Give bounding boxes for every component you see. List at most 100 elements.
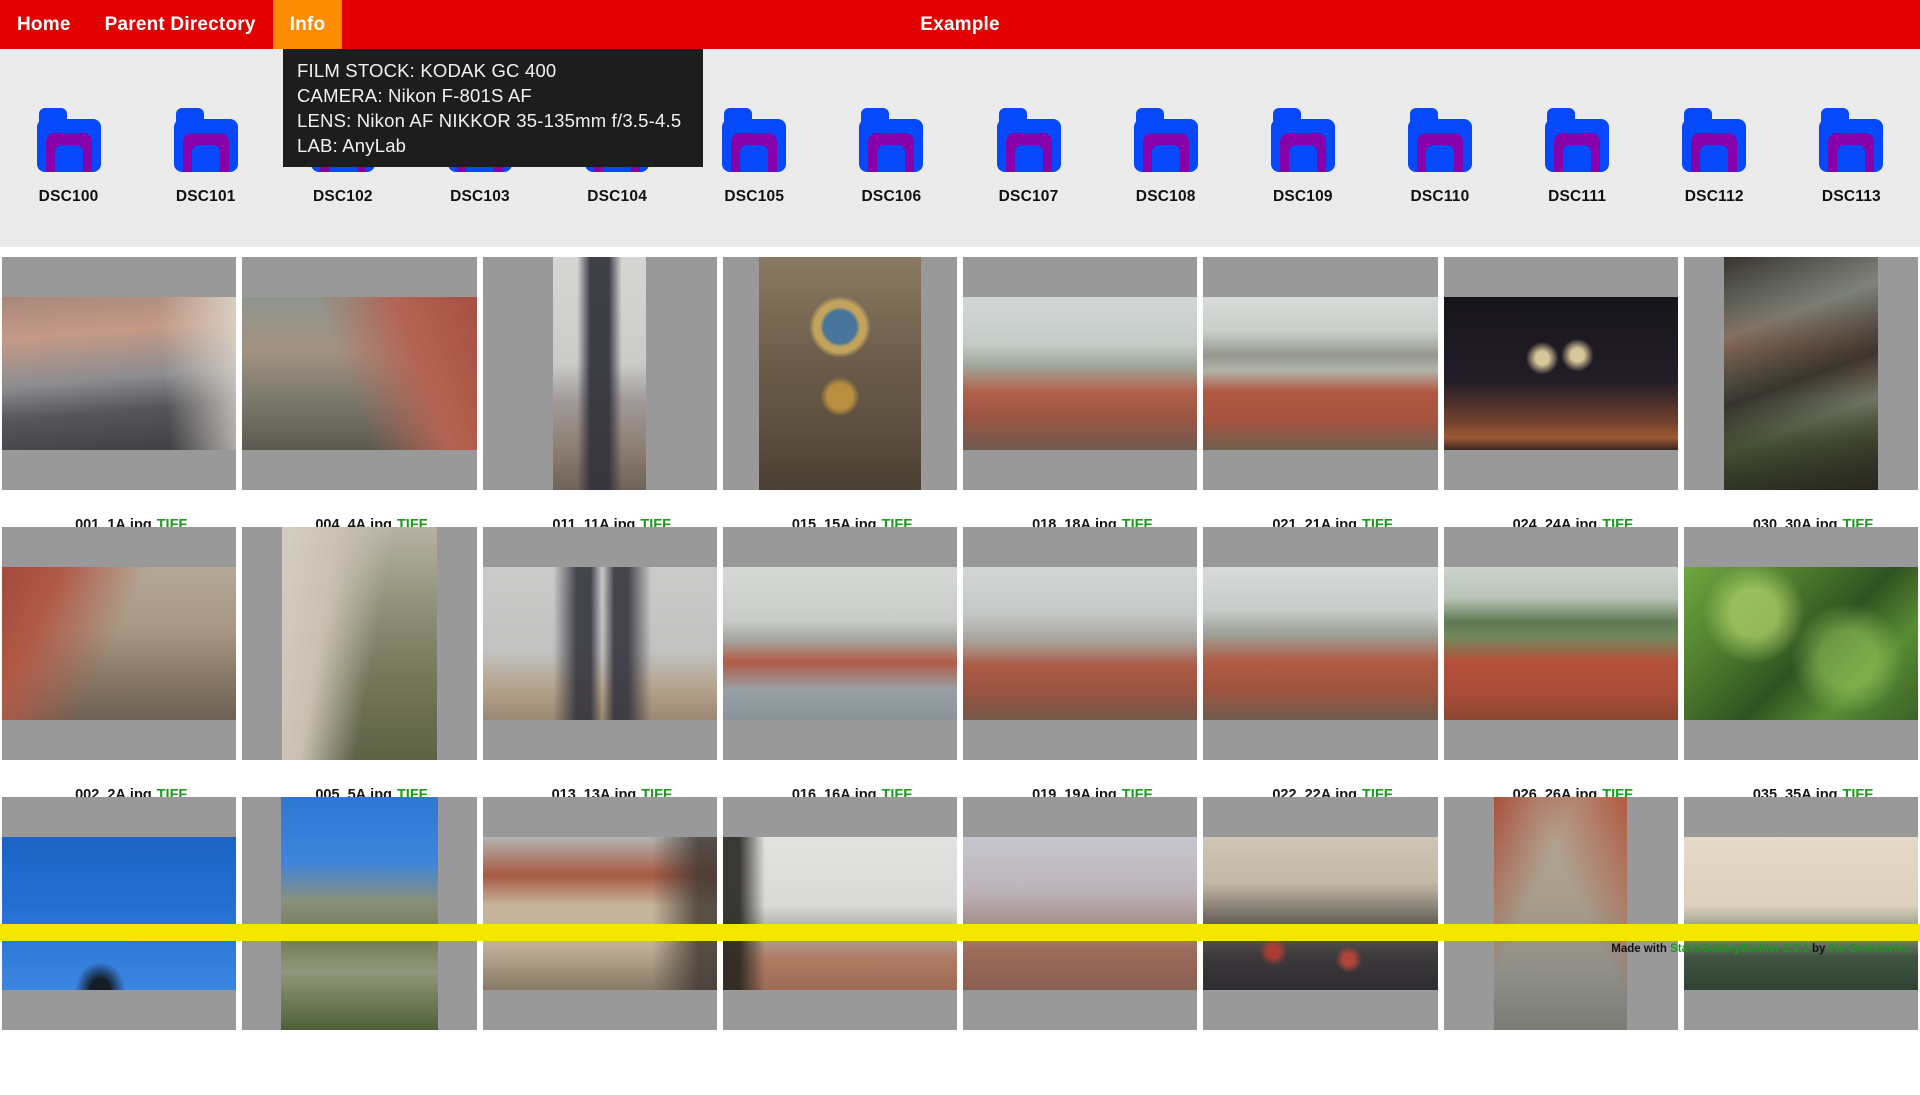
folder-item[interactable]: DSC106 xyxy=(823,108,960,206)
photo-thumbnail[interactable] xyxy=(2,567,236,721)
photo-thumbnail[interactable] xyxy=(2,837,236,991)
thumbnail-cell[interactable] xyxy=(242,527,476,760)
photo-thumbnail[interactable] xyxy=(1494,797,1628,1030)
thumbnail-cell[interactable] xyxy=(723,527,957,760)
folder-item[interactable]: DSC111 xyxy=(1509,108,1646,206)
photo-thumbnail[interactable] xyxy=(759,257,921,490)
thumbnail-cell[interactable] xyxy=(963,257,1197,490)
photo-thumbnail[interactable] xyxy=(483,837,717,991)
folder-item[interactable]: DSC112 xyxy=(1646,108,1783,206)
photo-thumbnail[interactable] xyxy=(1203,567,1437,721)
thumbnail-cell[interactable] xyxy=(242,257,476,490)
folder-item[interactable]: DSC110 xyxy=(1371,108,1508,206)
thumbnail-cell[interactable] xyxy=(723,257,957,490)
thumbnail-cell[interactable] xyxy=(963,527,1197,760)
gallery-item[interactable]: 021_21A.jpgTIFF xyxy=(1203,257,1437,515)
footer-builder-link[interactable]: StaticGalleryBuilder 2.3.1 xyxy=(1670,943,1809,955)
thumbnail-cell[interactable] xyxy=(1203,527,1437,760)
footer-by-text: by xyxy=(1809,943,1829,955)
folder-icon-inner xyxy=(1289,145,1317,172)
thumbnail-cell[interactable] xyxy=(1444,257,1678,490)
folder-item[interactable]: DSC101 xyxy=(137,108,274,206)
gallery-title: Example xyxy=(920,0,1000,49)
thumbnail-cell[interactable] xyxy=(483,257,717,490)
folder-icon-inner xyxy=(192,145,220,172)
gallery-item[interactable]: 018_18A.jpgTIFF xyxy=(963,257,1197,515)
photo-thumbnail[interactable] xyxy=(723,567,957,721)
folder-item[interactable]: DSC113 xyxy=(1783,108,1920,206)
photo-thumbnail[interactable] xyxy=(1724,257,1879,490)
thumbnail-cell[interactable] xyxy=(1684,527,1918,760)
folder-label: DSC102 xyxy=(313,188,373,206)
photo-thumbnail[interactable] xyxy=(723,837,957,991)
thumbnail-cell[interactable] xyxy=(1203,257,1437,490)
photo-caption: 035_35A.jpgTIFF xyxy=(1684,765,1918,785)
photo-caption xyxy=(1444,1035,1678,1055)
gallery-item[interactable]: 016_16A.jpgTIFF xyxy=(723,527,957,785)
thumbnail-cell[interactable] xyxy=(1444,797,1678,1030)
photo-thumbnail[interactable] xyxy=(282,527,437,760)
folder-icon-body xyxy=(1408,119,1472,172)
info-line-film-stock: FILM STOCK: KODAK GC 400 xyxy=(297,58,689,83)
nav-item-info[interactable]: Info xyxy=(273,0,343,49)
photo-thumbnail[interactable] xyxy=(963,297,1197,451)
photo-caption: 022_22A.jpgTIFF xyxy=(1203,765,1437,785)
photo-caption xyxy=(1203,1035,1437,1055)
gallery-item[interactable]: 001_1A.jpgTIFF xyxy=(2,257,236,515)
gallery-item[interactable]: 035_35A.jpgTIFF xyxy=(1684,527,1918,785)
folder-item[interactable]: DSC107 xyxy=(960,108,1097,206)
photo-thumbnail[interactable] xyxy=(2,297,236,451)
folder-icon-body xyxy=(722,119,786,172)
info-line-camera: CAMERA: Nikon F-801S AF xyxy=(297,83,689,108)
nav-item-home[interactable]: Home xyxy=(0,0,88,49)
thumbnail-cell[interactable] xyxy=(1203,797,1437,1030)
nav-item-parent-directory[interactable]: Parent Directory xyxy=(88,0,273,49)
photo-thumbnail[interactable] xyxy=(1444,567,1678,721)
footer-author-link[interactable]: Flo Greistorfer. xyxy=(1829,943,1911,955)
thumbnail-cell[interactable] xyxy=(1684,797,1918,1030)
thumbnail-cell[interactable] xyxy=(963,797,1197,1030)
photo-thumbnail[interactable] xyxy=(242,297,476,451)
gallery-item[interactable]: 004_4A.jpgTIFF xyxy=(242,257,476,515)
gallery-item[interactable]: 019_19A.jpgTIFF xyxy=(963,527,1197,785)
folder-label: DSC112 xyxy=(1685,188,1744,206)
thumbnail-cell[interactable] xyxy=(242,797,476,1030)
photo-thumbnail[interactable] xyxy=(553,257,647,490)
photo-thumbnail[interactable] xyxy=(1684,567,1918,721)
thumbnail-cell[interactable] xyxy=(2,527,236,760)
photo-thumbnail[interactable] xyxy=(1203,297,1437,451)
folder-label: DSC106 xyxy=(862,188,922,206)
folder-item[interactable]: DSC100 xyxy=(0,108,137,206)
folder-item[interactable]: DSC108 xyxy=(1097,108,1234,206)
photo-thumbnail[interactable] xyxy=(1684,837,1918,991)
thumbnail-cell[interactable] xyxy=(723,797,957,1030)
folder-icon-body xyxy=(1271,119,1335,172)
thumbnail-cell[interactable] xyxy=(1684,257,1918,490)
folder-icon-body xyxy=(174,119,238,172)
folder-label: DSC105 xyxy=(724,188,784,206)
gallery-item[interactable]: 011_11A.jpgTIFF xyxy=(483,257,717,515)
photo-thumbnail[interactable] xyxy=(963,837,1197,991)
gallery-item[interactable]: 030_30A.jpgTIFF xyxy=(1684,257,1918,515)
photo-thumbnail[interactable] xyxy=(281,797,438,1030)
gallery-item[interactable]: 002_2A.jpgTIFF xyxy=(2,527,236,785)
photo-thumbnail[interactable] xyxy=(963,567,1197,721)
gallery-item[interactable]: 015_15A.jpgTIFF xyxy=(723,257,957,515)
gallery-item[interactable]: 013_13A.jpgTIFF xyxy=(483,527,717,785)
thumbnail-cell[interactable] xyxy=(483,527,717,760)
thumbnail-cell[interactable] xyxy=(2,257,236,490)
thumbnail-cell[interactable] xyxy=(483,797,717,1030)
thumbnail-cell[interactable] xyxy=(2,797,236,1030)
photo-thumbnail[interactable] xyxy=(1203,837,1437,991)
gallery-item[interactable]: 024_24A.jpgTIFF xyxy=(1444,257,1678,515)
info-line-lab: LAB: AnyLab xyxy=(297,133,689,158)
thumbnail-cell[interactable] xyxy=(1444,527,1678,760)
gallery-item[interactable]: 022_22A.jpgTIFF xyxy=(1203,527,1437,785)
photo-thumbnail[interactable] xyxy=(483,567,717,721)
folder-item[interactable]: DSC105 xyxy=(686,108,823,206)
folder-item[interactable]: DSC109 xyxy=(1234,108,1371,206)
photo-thumbnail[interactable] xyxy=(1444,297,1678,451)
gallery-item[interactable]: 005_5A.jpgTIFF xyxy=(242,527,476,785)
folder-label: DSC107 xyxy=(999,188,1059,206)
gallery-item[interactable]: 026_26A.jpgTIFF xyxy=(1444,527,1678,785)
